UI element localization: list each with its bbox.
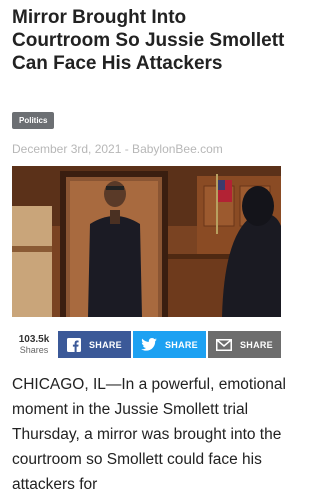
share-count-label: Shares [19,344,49,355]
article-body: CHICAGO, IL—In a powerful, emotional mom… [12,376,286,493]
facebook-share-label: SHARE [88,339,122,350]
twitter-icon [141,338,157,351]
share-bar: 103.5k Shares SHARE SHARE SHARE [12,331,281,358]
hero-image [12,166,281,317]
article-title: Mirror Brought Into Courtroom So Jussie … [12,7,285,74]
email-share-label: SHARE [239,339,273,350]
twitter-share-label: SHARE [164,339,198,350]
email-share-button[interactable]: SHARE [208,331,281,358]
courtroom-mirror-illustration [12,166,281,317]
twitter-share-button[interactable]: SHARE [133,331,206,358]
share-count-number: 103.5k [18,333,50,345]
facebook-share-button[interactable]: SHARE [58,331,131,358]
share-count: 103.5k Shares [12,331,56,358]
article-date-source: December 3rd, 2021 - BabylonBee.com [12,142,223,156]
category-tag[interactable]: Politics [12,112,55,129]
facebook-icon [66,337,81,352]
email-icon [215,338,232,351]
